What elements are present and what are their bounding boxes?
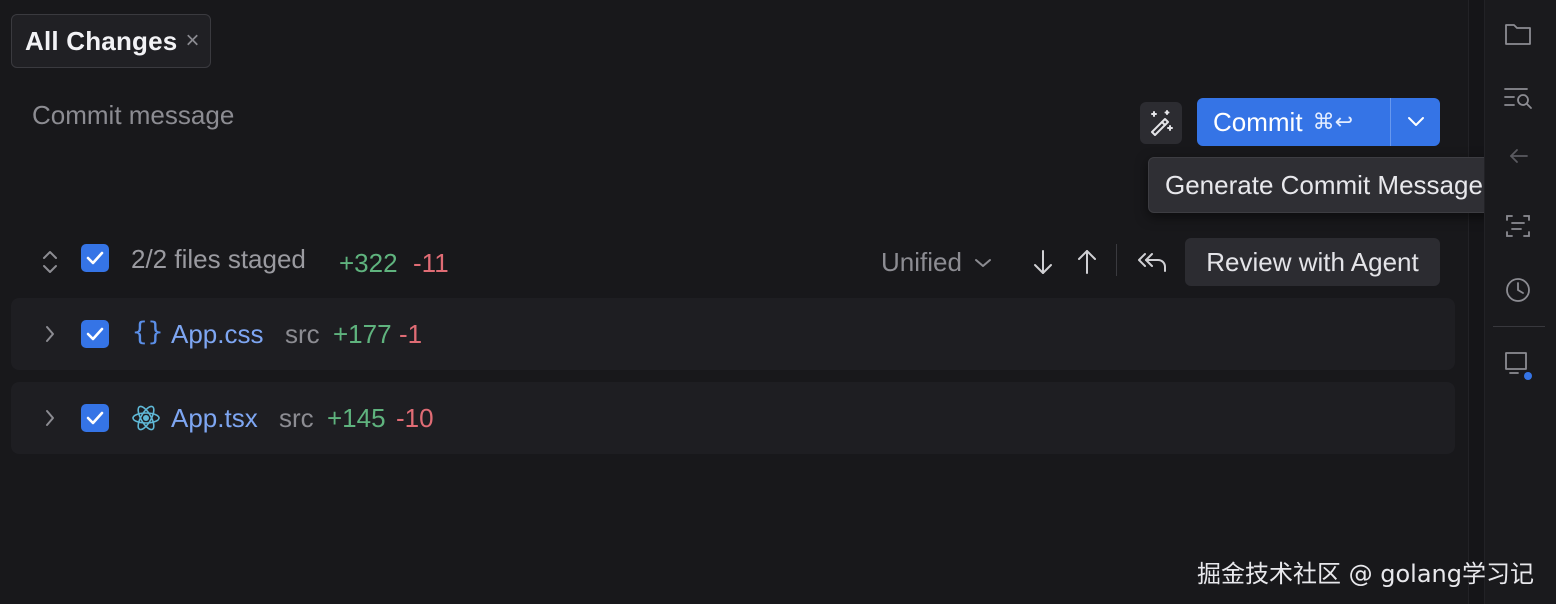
review-with-agent-button[interactable]: Review with Agent (1185, 238, 1440, 286)
watermark: 掘金技术社区 @ golang学习记 (1197, 560, 1534, 588)
tab-label: All Changes (25, 25, 178, 56)
file-stage-checkbox[interactable] (81, 404, 109, 432)
commit-options-dropdown[interactable] (1391, 98, 1440, 146)
file-deletions: -1 (399, 319, 423, 349)
close-icon[interactable]: × (185, 29, 199, 53)
next-change-button[interactable] (1028, 246, 1058, 278)
react-icon (132, 405, 160, 431)
chevron-up-down-icon (43, 251, 57, 273)
file-stage-checkbox[interactable] (81, 320, 109, 348)
changes-panel: All Changes × Commit message Commit ⌘↩ G… (0, 0, 1520, 604)
css-braces-icon: {} (132, 317, 164, 347)
expand-collapse-all-button[interactable] (36, 248, 64, 276)
chevron-down-icon (974, 258, 991, 267)
file-row[interactable]: App.tsx src +145 -10 (11, 382, 1455, 454)
search-list-icon[interactable] (1500, 80, 1536, 116)
commit-label: Commit (1213, 106, 1303, 137)
terminal-notification-icon[interactable] (1500, 347, 1536, 383)
checkmark-icon (86, 251, 104, 265)
chevron-right-icon (46, 410, 54, 426)
total-deletions: -11 (413, 248, 449, 278)
toolbar-divider (1116, 244, 1117, 276)
checkmark-icon (86, 327, 104, 341)
magic-wand-icon (1151, 110, 1173, 136)
chevron-down-icon (1407, 117, 1424, 126)
commit-shortcut: ⌘↩ (1312, 109, 1353, 134)
commit-main-action[interactable]: Commit ⌘↩ (1197, 98, 1391, 146)
file-additions: +145 (327, 403, 386, 433)
sidebar-divider (1493, 326, 1545, 327)
file-directory: src (285, 319, 320, 349)
reply-all-icon (1138, 253, 1166, 272)
file-name[interactable]: App.tsx (171, 403, 258, 434)
file-name[interactable]: App.css (171, 319, 264, 350)
tooltip: Generate Commit Message (1148, 157, 1520, 213)
chevron-right-icon (46, 326, 54, 342)
stage-all-checkbox[interactable] (81, 244, 109, 272)
file-deletions: -10 (396, 403, 434, 433)
folder-icon[interactable] (1500, 16, 1536, 52)
arrow-up-icon (1078, 250, 1096, 274)
right-activity-bar (1484, 0, 1556, 604)
back-arrow-icon[interactable] (1500, 138, 1536, 174)
total-additions: +322 (339, 248, 398, 278)
staged-count: 2/2 files staged (131, 244, 306, 274)
tab-all-changes[interactable]: All Changes × (11, 14, 211, 68)
commit-button[interactable]: Commit ⌘↩ (1197, 98, 1440, 146)
scan-text-icon[interactable] (1500, 208, 1536, 244)
expand-file-button[interactable] (39, 404, 61, 432)
checkmark-icon (86, 411, 104, 425)
revert-all-button[interactable] (1134, 246, 1170, 278)
previous-change-button[interactable] (1072, 246, 1102, 278)
commit-message-input[interactable]: Commit message (32, 100, 234, 131)
staged-summary-row: 2/2 files staged +322 -11 Unified Review… (0, 236, 1468, 288)
file-additions: +177 (333, 319, 392, 349)
file-directory: src (279, 403, 314, 433)
view-mode-label: Unified (881, 247, 962, 277)
generate-commit-message-button[interactable] (1140, 102, 1182, 144)
expand-file-button[interactable] (39, 320, 61, 348)
history-icon[interactable] (1500, 272, 1536, 308)
view-mode-dropdown[interactable]: Unified (881, 247, 992, 278)
arrow-down-icon (1034, 250, 1052, 274)
file-row[interactable]: {} App.css src +177 -1 (11, 298, 1455, 370)
